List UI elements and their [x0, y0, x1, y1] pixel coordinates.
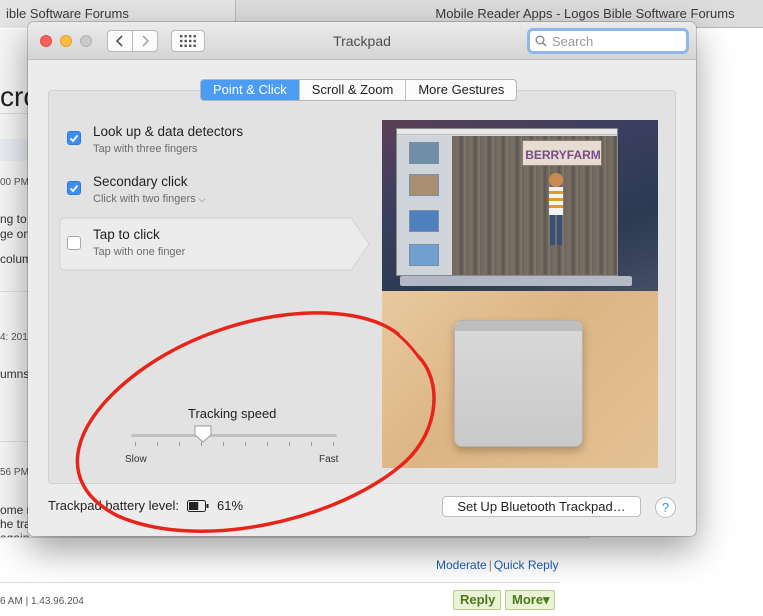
option-subtitle: Tap with one finger — [93, 246, 186, 258]
forum-snippet: umns — [0, 367, 30, 381]
settings-panel: Look up & data detectors Tap with three … — [48, 90, 676, 484]
forward-button[interactable] — [132, 30, 158, 52]
help-icon[interactable]: ? — [655, 497, 676, 518]
forum-post-footer — [0, 537, 590, 616]
preview-app-window: BERRYFARM — [396, 128, 618, 276]
secondary-click-dropdown[interactable]: Click with two fingers ⌵ — [93, 193, 206, 205]
quick-reply-link[interactable]: Quick Reply — [494, 558, 559, 572]
slider-max-label: Fast — [319, 454, 339, 465]
forum-snippet: 56 PM — [0, 467, 29, 478]
checkmark-icon — [69, 134, 79, 142]
checkmark-icon — [69, 184, 79, 192]
forum-heading-fragment: cro — [0, 81, 29, 112]
slider-tick — [267, 442, 268, 446]
secondary-click-checkbox[interactable] — [67, 181, 81, 195]
forum-divider — [0, 441, 29, 442]
reply-button[interactable]: Reply — [453, 590, 501, 610]
chevron-down-icon: ⌵ — [198, 194, 206, 204]
post-meta: 6 AM | 1.43.96.204 — [0, 596, 84, 607]
forum-left-column: cro 00 PM ng to ge on colum 4: 2017 umns… — [0, 29, 30, 616]
forum-snippet: colum — [0, 252, 30, 266]
option-lookup-data-detectors[interactable]: Look up & data detectors Tap with three … — [59, 119, 349, 167]
option-title: Look up & data detectors — [93, 124, 244, 139]
lookup-checkbox[interactable] — [67, 131, 81, 145]
tap-to-click-checkbox[interactable] — [67, 236, 81, 250]
show-all-button[interactable] — [171, 30, 205, 52]
tab-point-click[interactable]: Point & Click — [201, 80, 300, 100]
battery-label: Trackpad battery level: — [48, 498, 180, 513]
slider-knob[interactable] — [193, 425, 213, 448]
search-input[interactable] — [552, 33, 667, 49]
preview-toolbar — [397, 129, 617, 135]
grid-icon — [180, 35, 196, 47]
forum-snippet: ome n — [0, 503, 29, 517]
option-subtitle: Tap with three fingers — [93, 143, 198, 155]
forum-post-header — [0, 139, 29, 161]
preview-thumbnail — [409, 142, 439, 164]
selected-option-highlight — [59, 217, 370, 271]
slider-tick — [289, 442, 290, 446]
trackpad-edge — [455, 321, 582, 331]
option-secondary-click[interactable]: Secondary click Click with two fingers ⌵ — [59, 169, 349, 217]
slider-tick — [311, 442, 312, 446]
set-up-bluetooth-trackpad-button[interactable]: Set Up Bluetooth Trackpad… — [442, 496, 641, 517]
battery-status: Trackpad battery level: 61% — [48, 498, 243, 513]
title-bar: Trackpad — [28, 22, 696, 60]
slider-tick — [135, 442, 136, 446]
link-separator: | — [488, 558, 492, 572]
option-tap-to-click[interactable]: Tap to click Tap with one finger — [59, 217, 370, 271]
battery-percent: 61% — [217, 498, 244, 513]
banner-graphic: BERRYFARM — [525, 148, 601, 162]
preview-dock — [400, 276, 632, 286]
tracking-speed-label: Tracking speed — [188, 406, 277, 421]
magic-trackpad-image — [454, 320, 583, 447]
option-title: Secondary click — [93, 174, 188, 189]
option-subtitle: Click with two fingers — [93, 193, 196, 205]
battery-icon — [187, 499, 209, 512]
trackpad-photo — [382, 291, 658, 468]
slider-tick — [333, 442, 334, 446]
tab-scroll-zoom[interactable]: Scroll & Zoom — [300, 80, 407, 100]
search-field[interactable] — [527, 28, 689, 54]
slider-tick — [157, 442, 158, 446]
forum-snippet: ng to — [0, 212, 27, 226]
preview-banner: BERRYFARM — [522, 140, 602, 166]
search-icon — [535, 35, 547, 47]
preview-photo: BERRYFARM — [452, 136, 617, 275]
svg-text:BERRYFARM: BERRYFARM — [525, 148, 601, 162]
forum-snippet: ge on — [0, 227, 30, 241]
forum-divider — [0, 582, 560, 583]
preview-thumbnail — [409, 174, 439, 196]
forum-snippet: 00 PM — [0, 177, 29, 188]
gesture-preview-video: BERRYFARM — [382, 120, 658, 468]
post-actions: Moderate | Quick Reply — [436, 558, 559, 572]
tab-bar: Point & Click Scroll & Zoom More Gestures — [200, 79, 518, 101]
slider-min-label: Slow — [125, 454, 147, 465]
forum-divider — [0, 113, 29, 114]
more-button[interactable]: More▾ — [505, 590, 555, 610]
forum-snippet: 4: 2017 — [0, 332, 29, 343]
preview-person — [544, 172, 568, 250]
moderate-link[interactable]: Moderate — [436, 558, 487, 572]
forum-snippet: he tra — [0, 517, 30, 531]
preview-thumbnail — [409, 210, 439, 232]
option-title: Tap to click — [93, 227, 160, 242]
trackpad-preferences-window: Trackpad Look up & data d — [28, 22, 696, 536]
preview-sidebar — [397, 136, 451, 275]
slider-tick — [201, 442, 202, 446]
desktop-preview: BERRYFARM — [382, 120, 658, 291]
tab-more-gestures[interactable]: More Gestures — [406, 80, 516, 100]
preview-thumbnail — [409, 244, 439, 266]
slider-tick — [179, 442, 180, 446]
back-icon — [115, 35, 123, 47]
back-button[interactable] — [107, 30, 133, 52]
forum-divider — [0, 291, 29, 292]
slider-tick — [245, 442, 246, 446]
slider-tick — [223, 442, 224, 446]
forward-icon — [142, 35, 150, 47]
tracking-speed-slider[interactable] — [131, 434, 337, 437]
